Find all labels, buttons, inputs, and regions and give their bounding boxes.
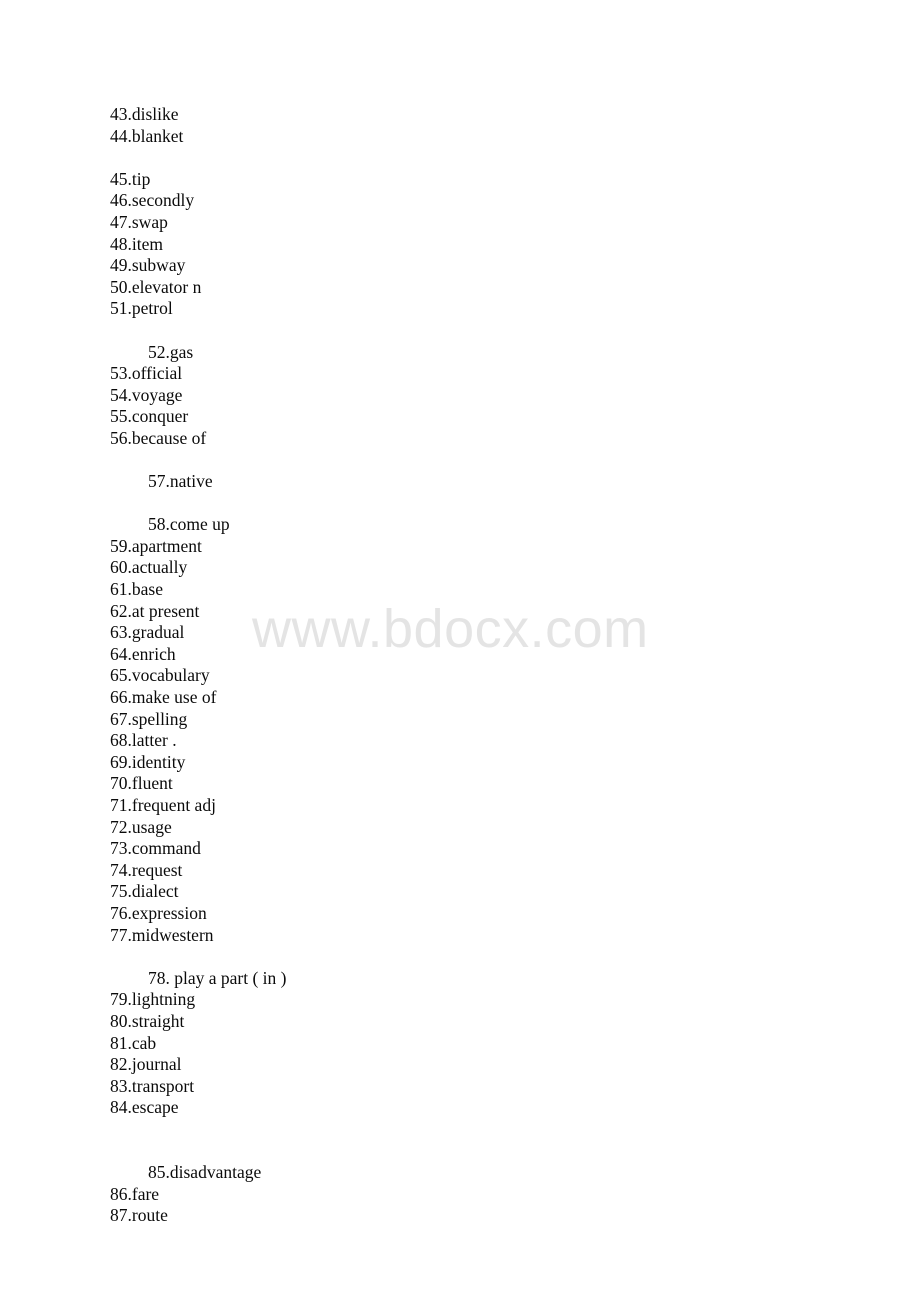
list-item: 47.swap — [110, 211, 168, 232]
list-item: 74.request — [110, 859, 183, 880]
list-item: 54.voyage — [110, 384, 183, 405]
list-item: 61.base — [110, 579, 163, 600]
list-item: 44.blanket — [110, 125, 184, 146]
list-item: 76.expression — [110, 902, 207, 923]
list-item: 49.subway — [110, 255, 186, 276]
list-item: 80.straight — [110, 1010, 185, 1031]
list-item: 46.secondly — [110, 190, 195, 211]
list-item: 68.latter . — [110, 730, 177, 751]
list-item: 45.tip — [110, 168, 151, 189]
vocabulary-list: 43.dislike 44.blanket 45.tip 46.secondly 47.… — [110, 104, 870, 1227]
list-item: 73.command — [110, 838, 201, 859]
list-item: 64.enrich — [110, 643, 176, 664]
list-item: 56.because of — [110, 427, 207, 448]
list-item: 79.lightning — [110, 989, 196, 1010]
list-item: 66.make use of — [110, 687, 217, 708]
list-item: 60.actually — [110, 557, 188, 578]
list-item: 67.spelling — [110, 708, 188, 729]
list-item: 52.gas — [148, 341, 194, 362]
list-item: 71.frequent adj — [110, 795, 216, 815]
list-item: 69.identity — [110, 751, 186, 772]
list-item: 51.petrol — [110, 298, 173, 319]
list-item: 57.native — [148, 471, 213, 492]
list-item: 59.apartment — [110, 535, 202, 556]
list-item: 62.at present — [110, 600, 200, 621]
list-item: 43.dislike — [110, 104, 179, 124]
list-item: 65.vocabulary — [110, 665, 210, 686]
list-item: 58.come up — [148, 514, 230, 535]
list-item: 48.item — [110, 233, 163, 254]
list-item: 63.gradual — [110, 622, 185, 643]
document-page: www.bdocx.com 43.dislike 44.blanket 45.tip… — [0, 0, 920, 1302]
list-item: 83.transport — [110, 1075, 195, 1096]
list-item: 86.fare — [110, 1183, 160, 1204]
list-item: 55.conquer — [110, 406, 189, 427]
list-item: 84.escape — [110, 1097, 179, 1118]
list-item: 85.disadvantage — [148, 1162, 262, 1183]
list-item: 87.route — [110, 1205, 168, 1226]
list-item: 50.elevator n — [110, 276, 202, 297]
list-item: 82.journal — [110, 1054, 182, 1075]
list-item: 78. play a part ( in ) — [148, 967, 287, 988]
list-item: 70.fluent — [110, 773, 173, 794]
list-item: 53.official — [110, 363, 183, 384]
list-item: 72.usage — [110, 816, 172, 837]
list-item: 81.cab — [110, 1032, 157, 1053]
list-item: 77.midwestern — [110, 924, 214, 945]
list-item: 75.dialect — [110, 881, 179, 902]
